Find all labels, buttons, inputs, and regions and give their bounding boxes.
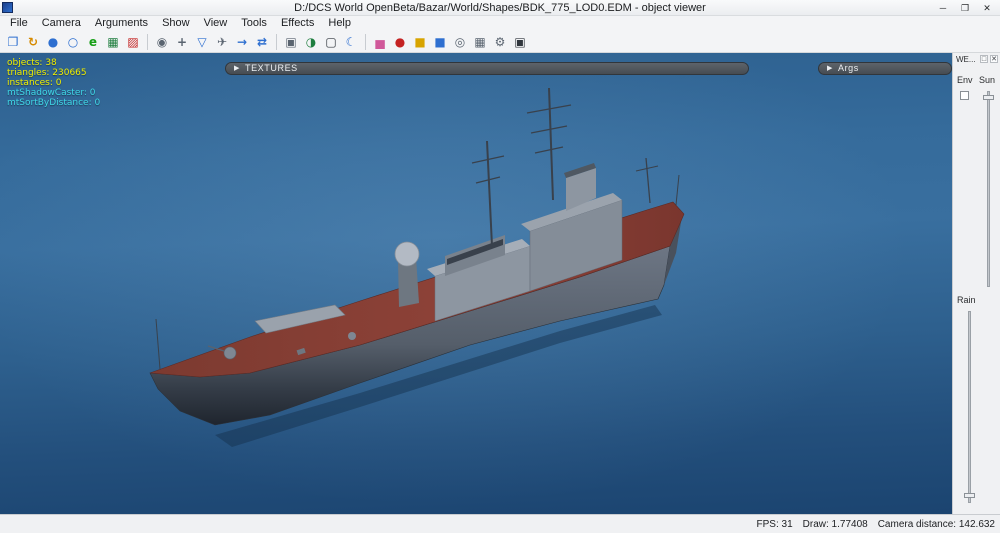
snapshot-icon[interactable]: ▣ — [511, 33, 529, 51]
menu-arguments[interactable]: Arguments — [88, 16, 155, 31]
stat-objects: objects: 38 — [7, 58, 57, 68]
toolbar-separator — [147, 33, 148, 50]
model-stats: objects: 38 triangles: 230665 instances:… — [7, 58, 100, 108]
toolbar-separator — [276, 33, 277, 50]
tools-icon[interactable]: ⚙ — [491, 33, 509, 51]
excel-export-icon[interactable]: ▦ — [104, 33, 122, 51]
textures-panel-header[interactable]: ▶ TEXTURES — [225, 62, 749, 75]
weather-panel: WE... □ ✕ Env Sun Rain — [952, 53, 1000, 514]
status-bar: FPS: 31 Draw: 1.77408 Camera distance: 1… — [0, 514, 1000, 533]
panel-collapse-icon[interactable]: □ — [980, 55, 988, 63]
radar-dome — [394, 241, 420, 267]
refresh-icon[interactable]: ↻ — [24, 33, 42, 51]
browser-icon[interactable]: e — [84, 33, 102, 51]
move-tool-icon[interactable]: + — [173, 33, 191, 51]
camera-icon[interactable]: ◉ — [153, 33, 171, 51]
textures-panel-label: TEXTURES — [244, 63, 298, 73]
weather-panel-title: WE... — [956, 55, 976, 64]
panel-close-icon[interactable]: ✕ — [990, 55, 998, 63]
menu-view[interactable]: View — [197, 16, 235, 31]
args-panel-label: Args — [837, 63, 859, 73]
draw-value: Draw: 1.77408 — [802, 518, 868, 530]
args-panel-header[interactable]: ▶ Args — [818, 62, 952, 75]
open-model-icon[interactable]: ❐ — [4, 33, 22, 51]
menu-help[interactable]: Help — [321, 16, 358, 31]
close-button[interactable]: ✕ — [976, 0, 998, 16]
window-controls: ─ ❐ ✕ — [932, 0, 998, 16]
menu-bar: File Camera Arguments Show View Tools Ef… — [0, 16, 1000, 31]
ship-model — [149, 87, 685, 447]
stat-triangles: triangles: 230665 — [7, 68, 87, 78]
filter-icon[interactable]: ▽ — [193, 33, 211, 51]
stat-sortbydistance: mtSortByDistance: 0 — [7, 98, 101, 108]
stat-instances: instances: 0 — [7, 78, 62, 88]
render-mode-icon[interactable]: ◑ — [302, 33, 320, 51]
minimize-button[interactable]: ─ — [932, 0, 954, 16]
pdf-export-icon[interactable]: ▨ — [124, 33, 142, 51]
sun-slider[interactable] — [983, 91, 994, 287]
expand-arrow-icon: ▶ — [234, 65, 240, 72]
maximize-button[interactable]: ❐ — [954, 0, 976, 16]
env-label: Env — [957, 75, 973, 85]
record-icon[interactable]: ● — [391, 33, 409, 51]
search-icon[interactable]: ◎ — [451, 33, 469, 51]
grid-icon[interactable]: ▦ — [471, 33, 489, 51]
image-icon[interactable]: ▣ — [282, 33, 300, 51]
menu-camera[interactable]: Camera — [35, 16, 88, 31]
toolbar-separator — [365, 33, 366, 50]
toolbar: ❐ ↻ ● ○ e ▦ ▨ ◉ + ▽ ✈ → ⇄ ▣ ◑ ▢ ☾ ▅ ● ■ … — [0, 31, 1000, 53]
rain-label: Rain — [957, 295, 976, 305]
menu-tools[interactable]: Tools — [234, 16, 274, 31]
title-bar[interactable]: D:/DCS World OpenBeta/Bazar/World/Shapes… — [0, 0, 1000, 16]
menu-effects[interactable]: Effects — [274, 16, 321, 31]
rain-slider[interactable] — [964, 311, 975, 503]
3d-viewport[interactable]: objects: 38 triangles: 230665 instances:… — [0, 53, 952, 514]
env-checkbox[interactable] — [960, 91, 969, 100]
camera-distance-value: Camera distance: 142.632 — [877, 518, 995, 530]
package-blue-icon[interactable]: ■ — [431, 33, 449, 51]
display-icon[interactable]: ▢ — [322, 33, 340, 51]
menu-file[interactable]: File — [3, 16, 35, 31]
sun-label: Sun — [978, 75, 995, 85]
menu-show[interactable]: Show — [155, 16, 197, 31]
sphere-icon[interactable]: ● — [44, 33, 62, 51]
fps-value: FPS: 31 — [756, 518, 793, 530]
night-mode-icon[interactable]: ☾ — [342, 33, 360, 51]
window-title: D:/DCS World OpenBeta/Bazar/World/Shapes… — [294, 1, 706, 14]
globe-icon[interactable]: ○ — [64, 33, 82, 51]
expand-arrow-icon: ▶ — [827, 65, 833, 72]
rain-slider-handle[interactable] — [964, 493, 975, 498]
aircraft-icon[interactable]: ✈ — [213, 33, 231, 51]
forward-icon[interactable]: → — [233, 33, 251, 51]
package-yellow-icon[interactable]: ■ — [411, 33, 429, 51]
bow-turret — [223, 346, 237, 360]
stat-shadowcaster: mtShadowCaster: 0 — [7, 88, 96, 98]
sun-slider-handle[interactable] — [983, 95, 994, 100]
swap-icon[interactable]: ⇄ — [253, 33, 271, 51]
chart-icon[interactable]: ▅ — [371, 33, 389, 51]
